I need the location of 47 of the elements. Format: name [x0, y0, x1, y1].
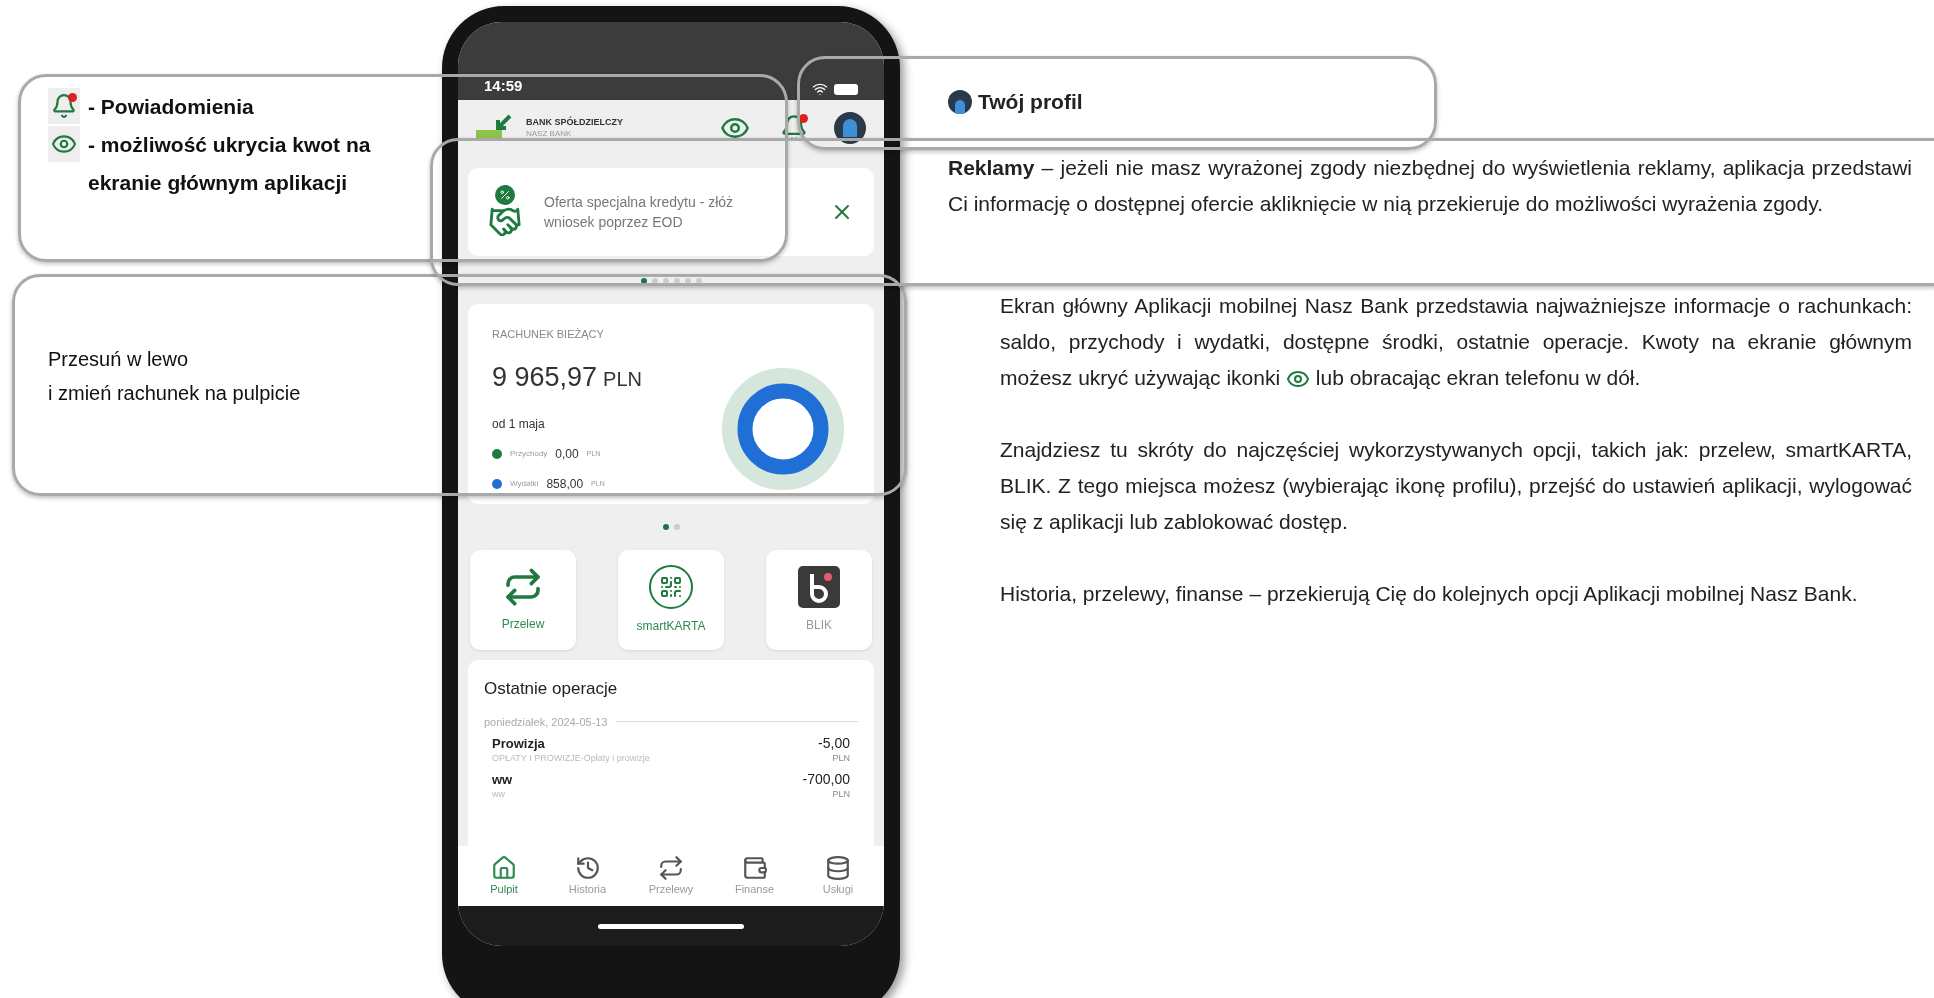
- period-label: od 1 maja: [492, 416, 546, 433]
- nav-tab[interactable]: Finanse: [722, 854, 787, 898]
- bank-name: BANK SPÓŁDZIELCZY: [526, 117, 623, 128]
- nav-tab[interactable]: Pulpit: [472, 854, 536, 898]
- battery-icon: [834, 83, 858, 95]
- profile-avatar-icon: [948, 90, 972, 114]
- description-paragraph: Ekran główny Aplikacji mobilnej Nasz Bank przedstawia najważniejsze informacje o rachunkach: saldo, przychody i wydatki, dostępne środki, ostatnie operacje. Kwoty na ekranie głównym możesz ukryć używając ikonki lub obracając ekran telefonu w dół.: [1000, 288, 1912, 396]
- account-label: RACHUNEK BIEŻĄCY: [492, 327, 605, 342]
- legend-amount: 858,00: [546, 476, 584, 493]
- shortcut-tile[interactable]: Przelew: [470, 550, 576, 650]
- operation-row[interactable]: ww ww -700,00 PLN: [484, 772, 858, 802]
- swipe-hint-text: i zmień rachunek na pulpicie: [48, 381, 302, 406]
- database-icon: [825, 854, 851, 881]
- account-balance: 9 965,97: [492, 360, 598, 394]
- transfer-arrows-icon: [658, 854, 684, 881]
- blik-logo-icon: [798, 566, 840, 608]
- home-indicator[interactable]: [598, 923, 744, 929]
- nav-tab[interactable]: Usługi: [806, 854, 870, 898]
- history-icon: [574, 854, 601, 881]
- ad-text: Oferta specjalna kredytu - złóż wniosek poprzez EOD: [544, 193, 735, 232]
- balance-currency: PLN: [603, 366, 642, 392]
- description-paragraph: Historia, przelewy, finanse – przekierują Cię do kolejnych opcji Aplikacji mobilnej Nasz Bank.: [1000, 581, 1859, 607]
- profile-label: Twój profil: [978, 89, 1083, 115]
- legend-label: Przychody: [510, 448, 548, 460]
- ad-card[interactable]: Oferta specjalna kredytu - złóż wniosek poprzez EOD: [468, 168, 874, 256]
- swipe-hint-text: Przesuń w lewo: [48, 347, 190, 372]
- legend-text: - możliwość ukrycia kwot na ekranie głównym aplikacji: [88, 132, 372, 196]
- date-label: poniedziałek, 2024-05-13: [484, 714, 608, 730]
- transfer-arrows-icon: [503, 567, 543, 607]
- ads-paragraph: Reklamy – jeżeli nie masz wyrażonej zgody niezbędnej do wyświetlenia reklamy, aplikacja przedstawi Ci informację o dostępnej ofercie akliknięcie w nią przekieruje do możliwości wyrażenia zgody.: [948, 155, 1912, 217]
- wallet-icon: [741, 854, 768, 881]
- bank-subname: NASZ BANK: [526, 128, 573, 139]
- status-time: 14:59: [484, 75, 523, 96]
- nav-tab[interactable]: Przelewy: [639, 854, 703, 898]
- legend-label: Wydatki: [510, 478, 539, 490]
- home-icon: [491, 854, 517, 881]
- wifi-icon: [812, 81, 828, 97]
- nav-tab[interactable]: Historia: [555, 854, 620, 898]
- legend-amount: 0,00: [555, 446, 579, 463]
- legend-text: - Powiadomienia: [88, 94, 255, 120]
- shortcut-tile[interactable]: BLIK: [766, 550, 872, 650]
- description-paragraph: Znajdziesz tu skróty do najczęściej wykorzystywanych opcji, takich jak: przelew, smartKARTA, BLIK. Z tego miejsca możesz (wybierając ikonę profilu), przejść do ustawień aplikacji, wylogować się z aplikacji lub zablokować dostęp.: [1000, 437, 1912, 535]
- shortcut-tile[interactable]: smartKARTA: [618, 550, 724, 650]
- recent-title: Ostatnie operacje: [484, 678, 619, 700]
- bell-icon: [51, 93, 77, 119]
- qr-code-icon: [649, 565, 693, 609]
- handshake-percent-icon: [488, 185, 522, 239]
